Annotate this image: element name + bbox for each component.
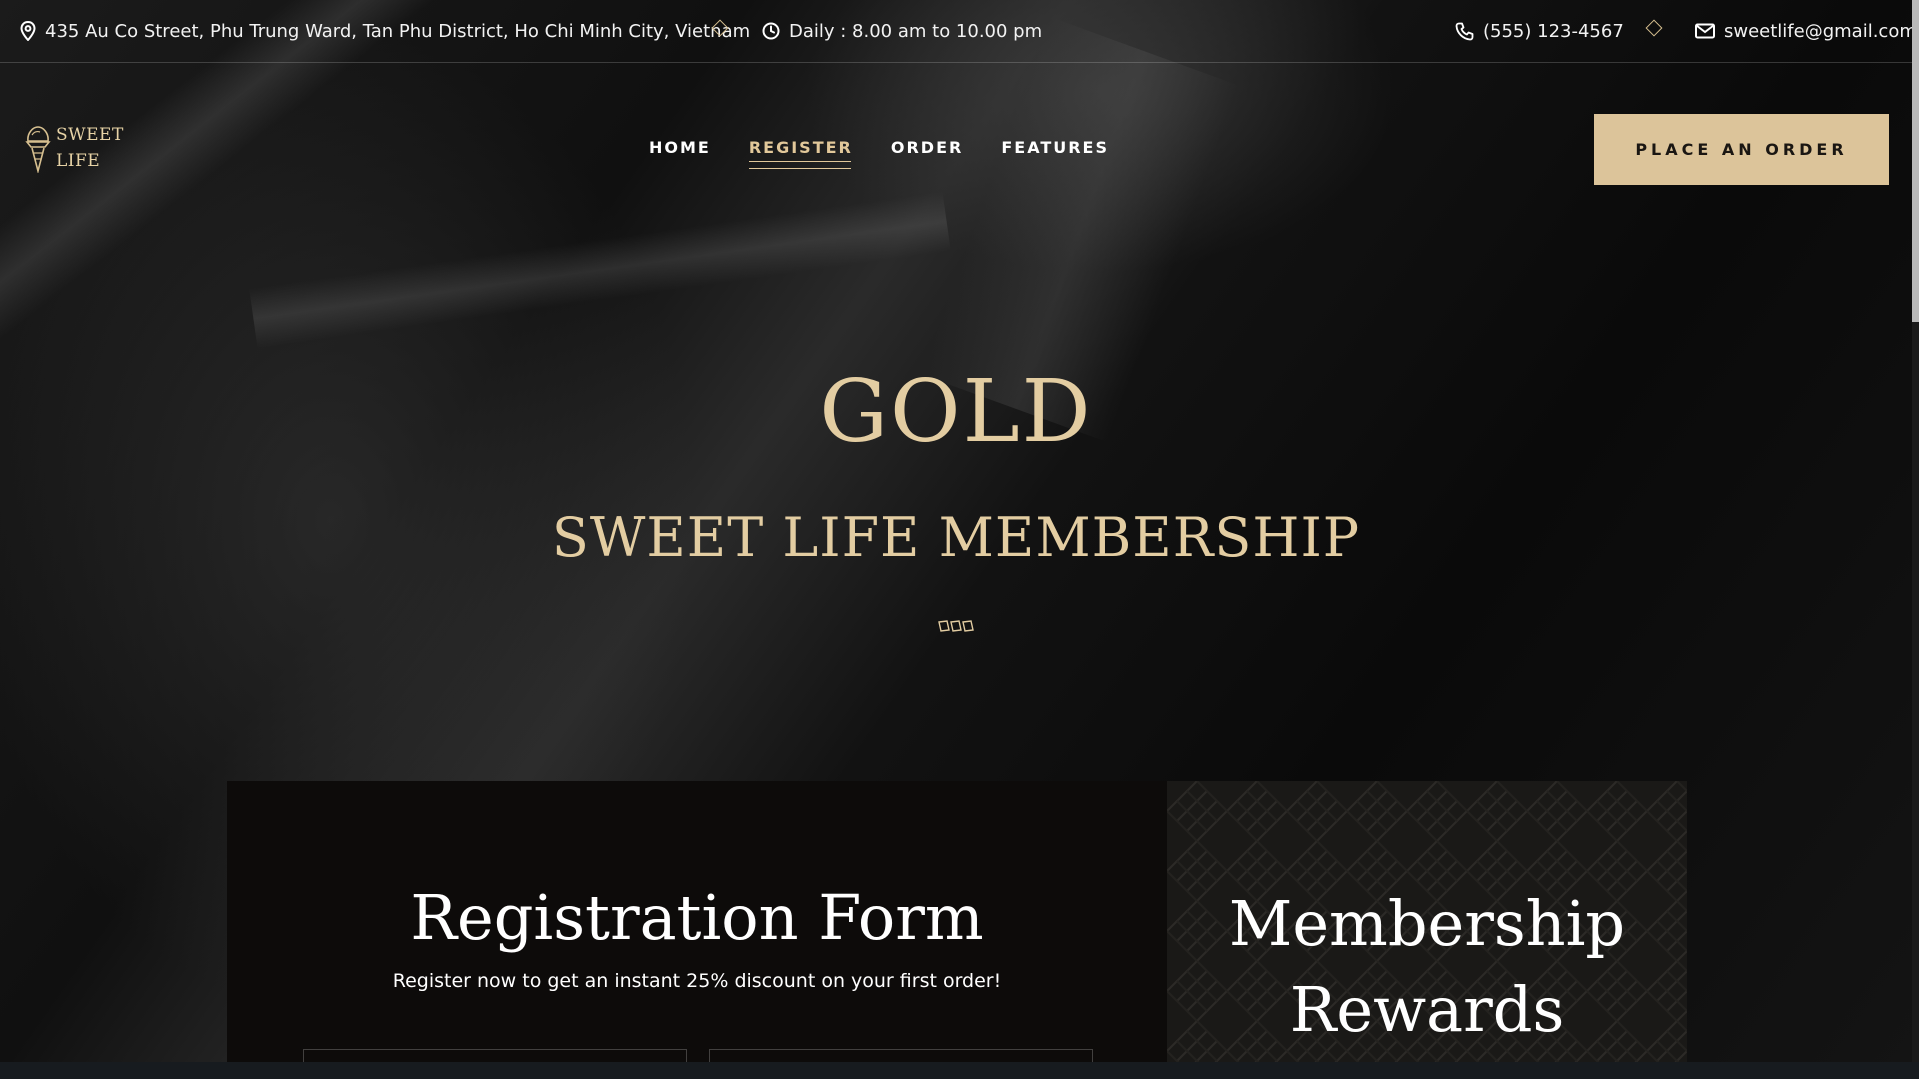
scrollbar-track[interactable] [1912, 0, 1919, 1065]
address-text: 435 Au Co Street, Phu Trung Ward, Tan Ph… [45, 20, 751, 42]
phone-icon [1455, 22, 1474, 40]
hero-title: GOLD [819, 362, 1093, 462]
fabric-background [249, 191, 951, 349]
nav-item-register[interactable]: REGISTER [748, 138, 853, 169]
page: 435 Au Co Street, Phu Trung Ward, Tan Ph… [0, 0, 1919, 1079]
diamond-divider-icon [938, 620, 974, 632]
phone-text: (555) 123-4567 [1483, 20, 1624, 42]
logo-line-1: SWEET [56, 125, 124, 145]
ice-cream-logo-icon [25, 126, 51, 173]
hours-text: Daily : 8.00 am to 10.00 pm [789, 20, 1043, 42]
phone-link[interactable]: (555) 123-4567 [1455, 0, 1624, 62]
site-logo[interactable]: SWEET LIFE [24, 122, 124, 174]
place-order-button[interactable]: PLACE AN ORDER [1594, 114, 1889, 185]
logo-line-2: LIFE [56, 151, 101, 171]
rewards-title: Membership Rewards [1167, 881, 1687, 1053]
separator-diamond-icon [1645, 19, 1663, 37]
registration-title: Registration Form [410, 881, 984, 954]
hero-subtitle: SWEET LIFE MEMBERSHIP [551, 506, 1361, 569]
rewards-panel: Membership Rewards [1167, 781, 1687, 1079]
email-text: sweetlife@gmail.com [1724, 20, 1917, 42]
hours-info: Daily : 8.00 am to 10.00 pm [762, 0, 1042, 62]
registration-subtitle: Register now to get an instant 25% disco… [392, 970, 1002, 992]
rewards-title-line-1: Membership [1228, 887, 1626, 960]
clock-icon [762, 22, 780, 40]
location-pin-icon [20, 21, 36, 41]
nav-item-features[interactable]: FEATURES [1001, 138, 1109, 169]
nav-item-home[interactable]: HOME [649, 138, 711, 169]
top-info-bar: 435 Au Co Street, Phu Trung Ward, Tan Ph… [0, 0, 1917, 63]
nav-item-order[interactable]: ORDER [891, 138, 963, 169]
registration-panel: Registration Form Register now to get an… [227, 781, 1167, 1079]
email-link[interactable]: sweetlife@gmail.com [1695, 0, 1917, 62]
bottom-strip [0, 1062, 1919, 1079]
mail-icon [1695, 23, 1715, 39]
address-info: 435 Au Co Street, Phu Trung Ward, Tan Ph… [20, 0, 750, 62]
logo-text: SWEET LIFE [56, 122, 124, 174]
main-navigation: HOME REGISTER ORDER FEATURES [649, 138, 1147, 169]
scrollbar-thumb[interactable] [1912, 0, 1919, 322]
rewards-title-line-2: Rewards [1289, 973, 1565, 1046]
